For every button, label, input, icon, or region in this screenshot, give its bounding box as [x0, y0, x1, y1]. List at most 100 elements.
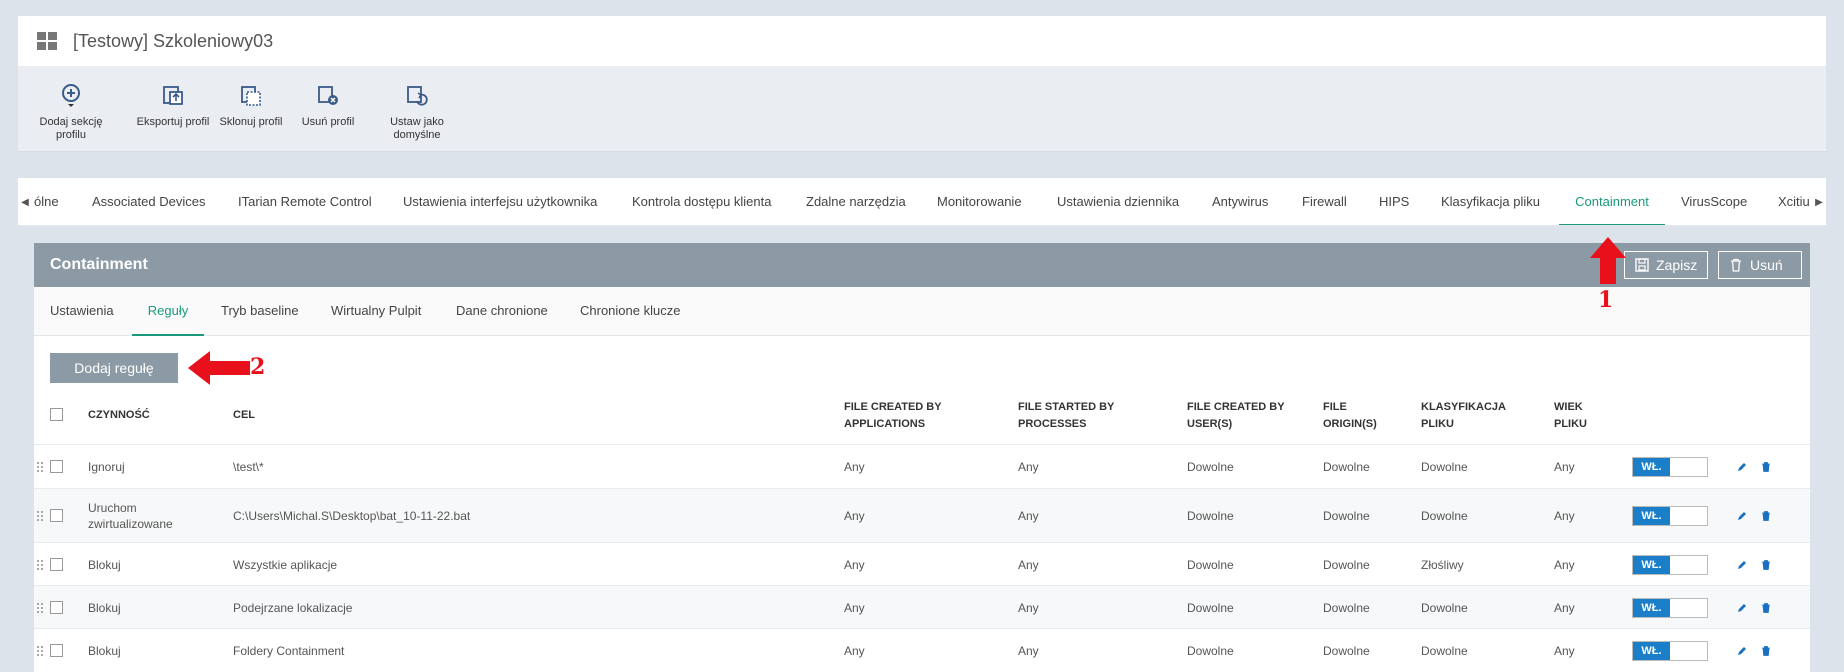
- cell-file-origin: Dowolne: [1323, 509, 1370, 523]
- trash-icon[interactable]: [1760, 461, 1772, 473]
- header-action: CZYNNOŚĆ: [88, 409, 150, 421]
- edit-icon[interactable]: [1736, 559, 1748, 571]
- profile-toolbar: Dodaj sekcję profilu Eksportuj profil Sk…: [18, 66, 1826, 152]
- select-all-checkbox[interactable]: [50, 408, 63, 421]
- set-default-button[interactable]: Ustaw jako domyślne: [386, 82, 448, 142]
- tab-hips[interactable]: HIPS: [1379, 178, 1409, 225]
- cell-started-by-processes: Any: [1018, 600, 1039, 615]
- edit-icon[interactable]: [1736, 645, 1748, 657]
- rule-enable-toggle[interactable]: WŁ.: [1632, 640, 1708, 661]
- delete-profile-button[interactable]: Usuń profil: [298, 82, 358, 129]
- annotation-arrow-2: [188, 351, 250, 385]
- annotation-number-2: 2: [250, 354, 266, 380]
- table-row: Blokuj Wszystkie aplikacje Any Any Dowolne Do…: [34, 542, 1810, 585]
- tab-monitoring[interactable]: Monitorowanie: [937, 178, 1022, 225]
- tabs-scroll-left-icon[interactable]: ◀: [18, 178, 32, 225]
- subtab-protected-data[interactable]: Dane chronione: [456, 287, 548, 336]
- panel-title: Containment: [50, 256, 148, 273]
- row-checkbox[interactable]: [50, 557, 63, 571]
- tabs-scroll-right-icon[interactable]: ▶: [1812, 178, 1826, 225]
- cell-classification: Dowolne: [1421, 643, 1468, 658]
- tab-log-settings[interactable]: Ustawienia dziennika: [1057, 178, 1179, 225]
- row-checkbox[interactable]: [50, 460, 63, 473]
- header-classification: KLASYFIKACJA PLIKU: [1421, 401, 1506, 430]
- cell-target: Foldery Containment: [233, 643, 345, 658]
- subtab-baseline[interactable]: Tryb baseline: [221, 287, 299, 336]
- edit-icon[interactable]: [1736, 510, 1748, 522]
- clone-profile-button[interactable]: Sklonuj profil: [218, 82, 284, 129]
- tab-remote-control[interactable]: ITarian Remote Control: [238, 178, 372, 225]
- drag-handle-icon[interactable]: [37, 510, 43, 522]
- edit-icon[interactable]: [1736, 602, 1748, 614]
- profile-sections-tabs: ◀ ólne Associated Devices ITarian Remote…: [18, 178, 1826, 226]
- cell-target: C:\Users\Michal.S\Desktop\bat_10-11-22.b…: [233, 509, 471, 523]
- delete-profile-icon: [318, 86, 338, 105]
- header-target: CEL: [233, 409, 255, 421]
- edit-icon[interactable]: [1736, 461, 1748, 473]
- rule-enable-toggle[interactable]: WŁ.: [1632, 457, 1708, 477]
- subtab-rules[interactable]: Reguły: [132, 287, 204, 336]
- trash-icon: [1731, 258, 1741, 272]
- trash-icon[interactable]: [1760, 602, 1772, 614]
- row-checkbox[interactable]: [50, 600, 63, 614]
- export-profile-button[interactable]: Eksportuj profil: [128, 82, 218, 129]
- cell-created-by-users: Dowolne: [1187, 600, 1234, 615]
- title-bar: [Testowy] Szkoleniowy03: [18, 16, 1826, 66]
- cell-action: Blokuj: [88, 600, 121, 615]
- drag-handle-icon[interactable]: [37, 461, 43, 473]
- clone-icon: [241, 86, 261, 106]
- subtab-settings[interactable]: Ustawienia: [50, 287, 114, 336]
- annotation-arrow-1: [1590, 237, 1626, 284]
- add-rule-button[interactable]: Dodaj regułę: [50, 353, 178, 383]
- table-row: Blokuj Foldery Containment Any Any Dowolne Do…: [34, 628, 1810, 671]
- delete-button[interactable]: Usuń: [1718, 251, 1802, 279]
- cell-created-by-apps: Any: [844, 460, 865, 474]
- drag-handle-icon[interactable]: [37, 602, 43, 614]
- cell-target: \test\*: [233, 460, 264, 474]
- page-title: [Testowy] Szkoleniowy03: [73, 30, 274, 51]
- containment-panel-header: Containment Zapisz Usuń: [34, 243, 1810, 287]
- tab-firewall[interactable]: Firewall: [1302, 178, 1347, 225]
- rule-enable-toggle[interactable]: WŁ.: [1632, 506, 1708, 526]
- tab-ui-settings[interactable]: Ustawienia interfejsu użytkownika: [403, 178, 597, 225]
- tab-containment[interactable]: Containment: [1559, 178, 1665, 225]
- add-section-button[interactable]: Dodaj sekcję profilu: [34, 82, 108, 142]
- cell-classification: Dowolne: [1421, 600, 1468, 615]
- header-started-by-processes: FILE STARTED BY PROCESSES: [1018, 401, 1115, 430]
- cell-created-by-apps: Any: [844, 600, 865, 615]
- cell-file-age: Any: [1554, 557, 1575, 572]
- cell-target: Wszystkie aplikacje: [233, 557, 338, 572]
- subtab-virtual-desktop[interactable]: Wirtualny Pulpit: [331, 287, 421, 336]
- drag-handle-icon[interactable]: [37, 559, 43, 571]
- tab-client-access[interactable]: Kontrola dostępu klienta: [632, 178, 771, 225]
- tab-remote-tools[interactable]: Zdalne narzędzia: [806, 178, 906, 225]
- tab-associated-devices[interactable]: Associated Devices: [92, 178, 205, 225]
- cell-file-age: Any: [1554, 460, 1575, 474]
- cell-file-origin: Dowolne: [1323, 600, 1370, 615]
- drag-handle-icon[interactable]: [37, 645, 43, 657]
- subtab-protected-keys[interactable]: Chronione klucze: [580, 287, 680, 336]
- tab-virusscope[interactable]: VirusScope: [1681, 178, 1747, 225]
- rule-enable-toggle[interactable]: WŁ.: [1632, 554, 1708, 575]
- trash-icon[interactable]: [1760, 559, 1772, 571]
- rules-content: Dodaj regułę CZYNNOŚĆ CEL FILE CREATED B…: [34, 336, 1810, 672]
- cell-created-by-apps: Any: [844, 509, 865, 523]
- tab-file-rating[interactable]: Klasyfikacja pliku: [1441, 178, 1540, 225]
- table-row: Ignoruj \test\* Any Any Dowolne Dowolne Dowoln…: [34, 444, 1810, 488]
- export-icon: [163, 86, 183, 105]
- tab-antivirus[interactable]: Antywirus: [1212, 178, 1268, 225]
- tab-xcitium[interactable]: Xcitiu: [1778, 178, 1810, 225]
- cell-file-origin: Dowolne: [1323, 460, 1370, 474]
- rule-enable-toggle[interactable]: WŁ.: [1632, 597, 1708, 618]
- tab-general[interactable]: ólne: [34, 178, 59, 225]
- row-checkbox[interactable]: [50, 643, 63, 657]
- cell-classification: Dowolne: [1421, 509, 1468, 523]
- trash-icon[interactable]: [1760, 510, 1772, 522]
- row-checkbox[interactable]: [50, 509, 63, 522]
- save-button[interactable]: Zapisz: [1624, 251, 1709, 279]
- cell-created-by-apps: Any: [844, 643, 865, 658]
- containment-subtabs: Ustawienia Reguły Tryb baseline Wirtualn…: [34, 287, 1810, 336]
- trash-icon[interactable]: [1760, 645, 1772, 657]
- cell-created-by-users: Dowolne: [1187, 509, 1234, 523]
- cell-file-age: Any: [1554, 643, 1575, 658]
